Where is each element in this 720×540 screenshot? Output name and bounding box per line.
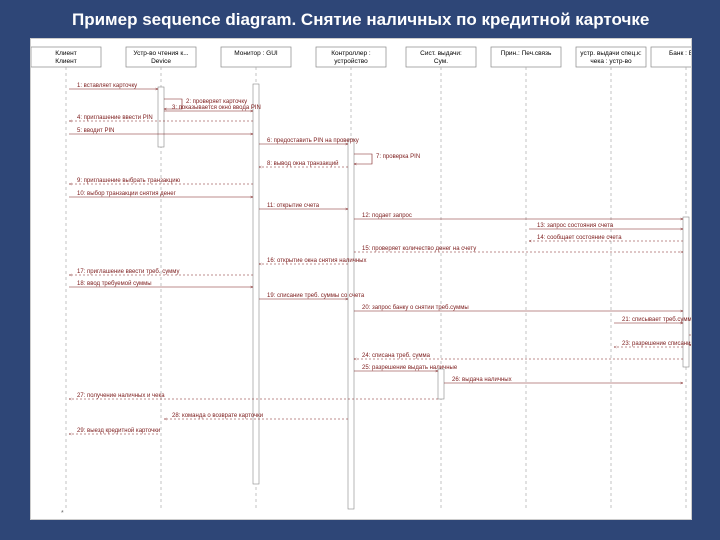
- svg-text:12: подает запрос: 12: подает запрос: [362, 213, 412, 219]
- svg-text:29: выезд кредитной карточки: 29: выезд кредитной карточки: [77, 427, 160, 434]
- svg-text:10: выбор транзакции снятия де: 10: выбор транзакции снятия денег: [77, 191, 177, 197]
- svg-text:устр. выдачи спец.к:: устр. выдачи спец.к:: [580, 50, 642, 57]
- svg-text:19: списание треб. суммы со сч: 19: списание треб. суммы со счета: [267, 293, 365, 299]
- svg-text:Устр-во чтения к...: Устр-во чтения к...: [133, 50, 188, 57]
- svg-text:Контроллер :: Контроллер :: [331, 50, 371, 57]
- svg-text:15: проверяет количество денег: 15: проверяет количество денег на счету: [362, 246, 476, 252]
- svg-text:Монитор : GUI: Монитор : GUI: [234, 50, 278, 57]
- svg-text:18: ввод требуемой суммы: 18: ввод требуемой суммы: [77, 280, 152, 287]
- svg-text:26: выдача наличных: 26: выдача наличных: [452, 377, 512, 383]
- sequence-diagram: КлиентКлиент Устр-во чтения к...Device Мон…: [30, 38, 692, 520]
- svg-text:11: открытие счета: 11: открытие счета: [267, 203, 320, 209]
- svg-text:Клиент: Клиент: [55, 50, 76, 57]
- svg-text:23: разрешение списания: 23: разрешение списания: [622, 341, 691, 347]
- svg-text:Сум.: Сум.: [434, 58, 448, 65]
- msg-7: [354, 154, 372, 164]
- svg-text:чека : устр-во: чека : устр-во: [590, 58, 632, 65]
- svg-text:28: команда о возврате карточк: 28: команда о возврате карточки: [172, 413, 263, 419]
- svg-text:7: проверка PIN: 7: проверка PIN: [376, 154, 420, 160]
- footnote: *: [61, 510, 64, 517]
- svg-text:6: предоставить PIN на проверк: 6: предоставить PIN на проверку: [267, 138, 359, 144]
- svg-text:14: сообщает состояние счета: 14: сообщает состояние счета: [537, 235, 622, 241]
- svg-text:21: списывает треб.сумму: 21: списывает треб.сумму: [622, 317, 691, 323]
- svg-text:Device: Device: [151, 58, 171, 65]
- svg-text:Банк : Банк: Банк : Банк: [669, 50, 691, 57]
- svg-text:4: приглашение ввести PIN: 4: приглашение ввести PIN: [77, 115, 153, 121]
- svg-text:Прин.: Печ.связь: Прин.: Печ.связь: [501, 50, 552, 57]
- svg-text:13: запрос состояния счета: 13: запрос состояния счета: [537, 223, 614, 229]
- svg-text:17: приглашение ввести треб. с: 17: приглашение ввести треб. сумму: [77, 269, 179, 275]
- svg-text:8: вывод окна транзакций: 8: вывод окна транзакций: [267, 160, 339, 167]
- svg-text:устройство: устройство: [334, 57, 368, 65]
- svg-text:16: открытие окна снятия налич: 16: открытие окна снятия наличных: [267, 258, 366, 264]
- slide-title: Пример sequence diagram. Снятие наличных…: [0, 0, 720, 38]
- svg-text:1: вставляет карточку: 1: вставляет карточку: [77, 83, 137, 89]
- svg-text:3: показывается окно ввода PIN: 3: показывается окно ввода PIN: [172, 105, 261, 111]
- svg-text:Клиент: Клиент: [55, 58, 76, 65]
- svg-text:27: получение наличных и чека: 27: получение наличных и чека: [77, 393, 165, 399]
- svg-text:5: вводит PIN: 5: вводит PIN: [77, 128, 114, 134]
- svg-text:20: запрос банку о снятии треб: 20: запрос банку о снятии треб.суммы: [362, 305, 469, 311]
- svg-text:9: приглашение выбрать транзак: 9: приглашение выбрать транзакцию: [77, 178, 181, 184]
- svg-text:Сист. выдачи:: Сист. выдачи:: [420, 50, 462, 57]
- svg-text:24: списана треб. сумма: 24: списана треб. сумма: [362, 353, 431, 359]
- svg-text:25: разрешение выдать наличные: 25: разрешение выдать наличные: [362, 365, 458, 371]
